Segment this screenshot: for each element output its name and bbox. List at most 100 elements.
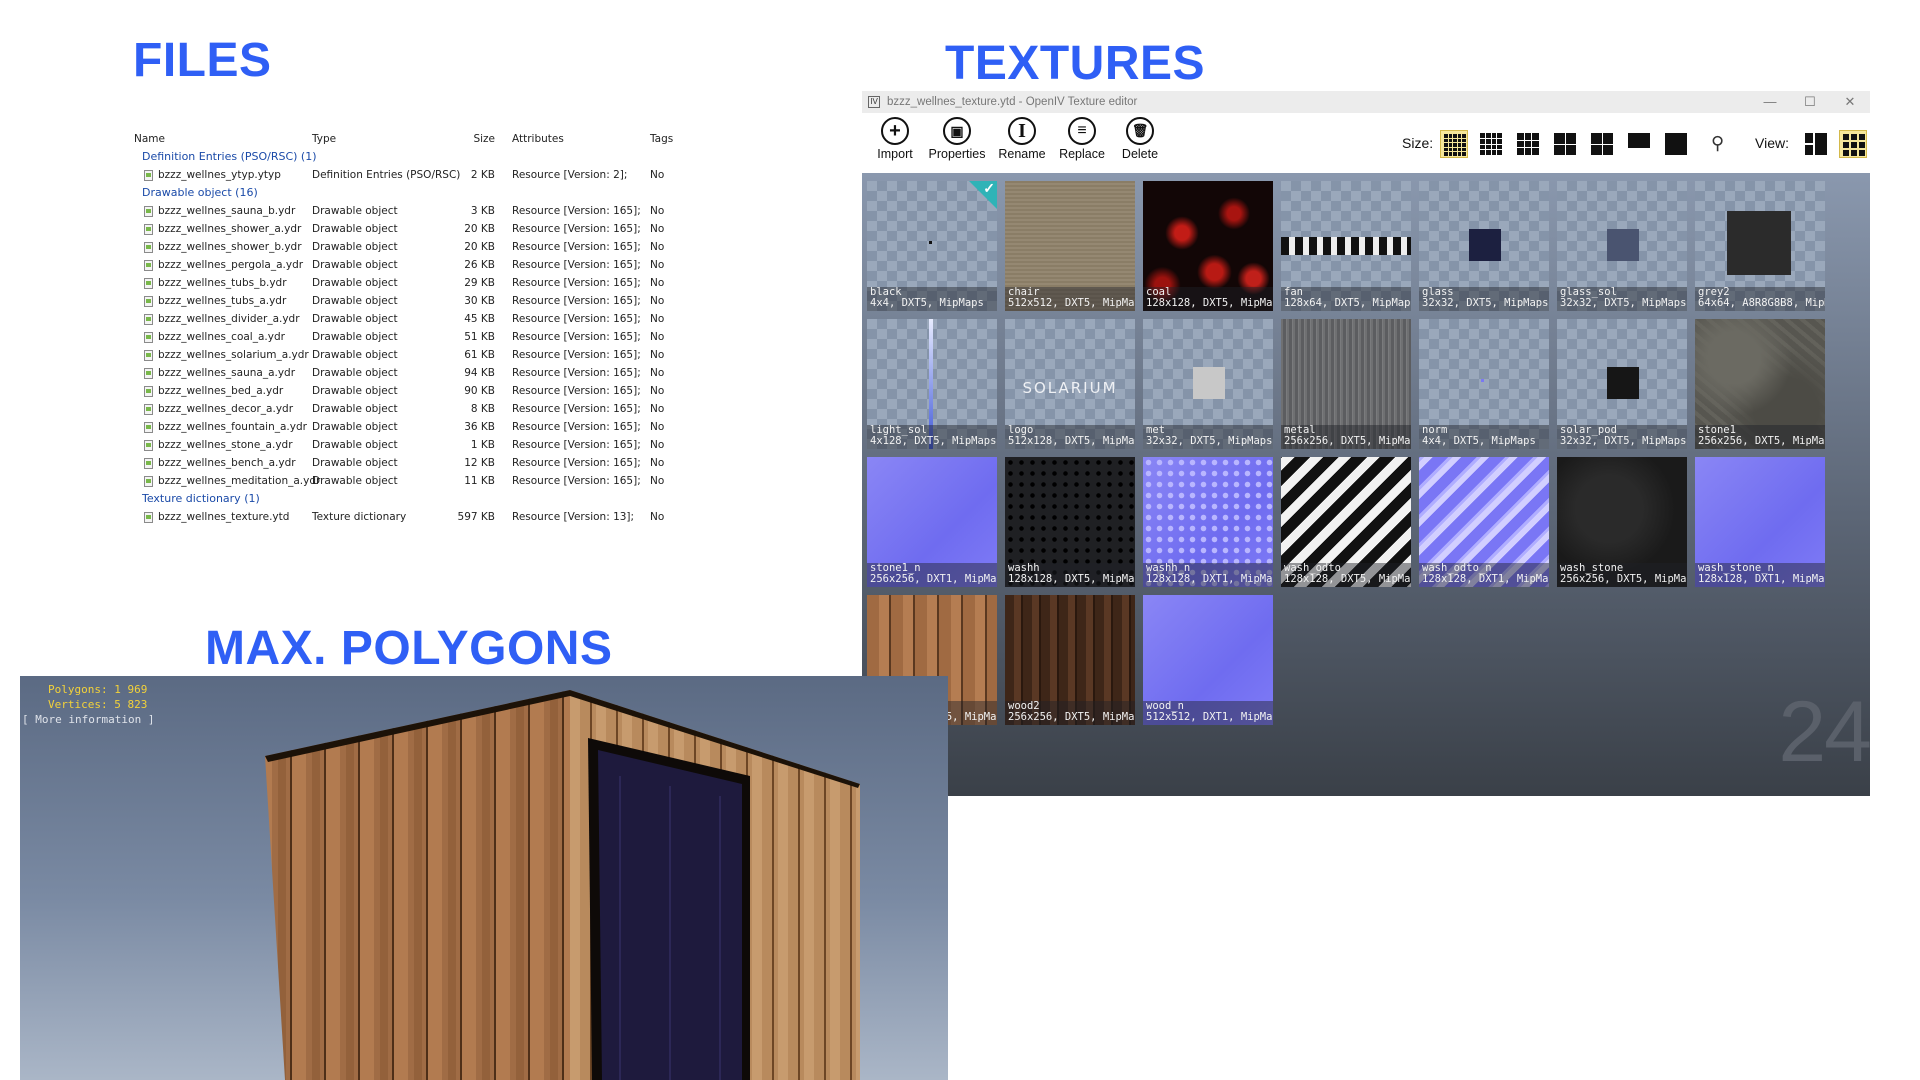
file-row[interactable]: bzzz_wellnes_solarium_a.ydr Drawable obje… — [130, 346, 690, 364]
file-tags: No — [650, 457, 665, 469]
file-row[interactable]: bzzz_wellnes_shower_b.ydr Drawable object… — [130, 238, 690, 256]
size-option-button[interactable] — [1662, 130, 1690, 158]
trash-icon: 🗑 — [1126, 117, 1154, 145]
delete-button[interactable]: 🗑 Delete — [1116, 117, 1164, 161]
texture-tile[interactable]: washh_n 128x128, DXT1, MipMaps — [1143, 457, 1273, 587]
title-bar: IV bzzz_wellnes_texture.ytd - OpenIV Tex… — [862, 91, 1870, 113]
file-icon — [144, 476, 153, 487]
file-type: Drawable object — [312, 385, 398, 397]
rename-icon: I — [1008, 117, 1036, 145]
model-viewport[interactable]: Polygons: 1 969 Vertices: 5 823 [ More i… — [20, 676, 948, 1080]
texture-tile[interactable]: washh 128x128, DXT5, MipMaps — [1005, 457, 1135, 587]
file-row[interactable]: bzzz_wellnes_tubs_a.ydr Drawable object 30… — [130, 292, 690, 310]
file-group-header[interactable]: Definition Entries (PSO/RSC) (1) — [130, 148, 690, 166]
texture-tile[interactable]: wash_stone_n 128x128, DXT1, MipMaps — [1695, 457, 1825, 587]
more-information-link[interactable]: [ More information ] — [22, 713, 154, 726]
texture-tile[interactable]: norm 4x4, DXT5, MipMaps — [1419, 319, 1549, 449]
texture-caption: met 32x32, DXT5, MipMaps — [1143, 425, 1273, 449]
grid-size-icon — [1628, 133, 1650, 155]
texture-info: 256x256, DXT1, MipMaps — [870, 573, 997, 585]
max-polygons-heading: MAX. POLYGONS — [205, 622, 613, 675]
column-attributes[interactable]: Attributes — [512, 130, 564, 148]
texture-info: 128x128, DXT1, MipMaps — [1422, 573, 1549, 585]
size-option-button[interactable] — [1588, 130, 1616, 158]
file-row[interactable]: bzzz_wellnes_sauna_a.ydr Drawable object 9… — [130, 364, 690, 382]
texture-tile[interactable]: coal 128x128, DXT5, MipMaps — [1143, 181, 1273, 311]
texture-tile[interactable]: wood2 256x256, DXT5, MipMaps — [1005, 595, 1135, 725]
column-size[interactable]: Size — [455, 130, 495, 148]
file-row[interactable]: bzzz_wellnes_bench_a.ydr Drawable object 1… — [130, 454, 690, 472]
size-option-button[interactable] — [1625, 130, 1653, 158]
column-type[interactable]: Type — [312, 130, 336, 148]
file-row[interactable]: bzzz_wellnes_tubs_b.ydr Drawable object 29… — [130, 274, 690, 292]
file-row[interactable]: bzzz_wellnes_texture.ytd Texture dictiona… — [130, 508, 690, 526]
texture-info: 128x128, DXT1, MipMaps — [1698, 573, 1825, 585]
file-name: bzzz_wellnes_fountain_a.ydr — [144, 418, 307, 436]
view-list-button[interactable] — [1802, 130, 1830, 158]
texture-info: 512x512, DXT5, MipMaps — [1008, 297, 1135, 309]
texture-tile[interactable]: grey264x64, A8R8G8B8, MipMaps — [1695, 181, 1825, 311]
size-option-button[interactable] — [1477, 130, 1505, 158]
texture-caption: solar_pod 32x32, DXT5, MipMaps — [1557, 425, 1687, 449]
properties-button[interactable]: ▣ Properties — [924, 117, 990, 161]
column-tags[interactable]: Tags — [650, 130, 673, 148]
texture-tile[interactable]: wash_stone 256x256, DXT5, MipMaps — [1557, 457, 1687, 587]
file-row[interactable]: bzzz_wellnes_pergola_a.ydr Drawable objec… — [130, 256, 690, 274]
file-tags: No — [650, 439, 665, 451]
close-button[interactable]: ✕ — [1830, 91, 1870, 113]
texture-tile[interactable]: glass 32x32, DXT5, MipMaps — [1419, 181, 1549, 311]
texture-tile[interactable]: wood_n 512x512, DXT1, MipMaps — [1143, 595, 1273, 725]
file-name-text: bzzz_wellnes_bed_a.ydr — [158, 385, 284, 397]
file-row[interactable]: bzzz_wellnes_sauna_b.ydr Drawable object 3… — [130, 202, 690, 220]
replace-button[interactable]: ≡ Replace — [1054, 117, 1110, 161]
view-grid-button[interactable] — [1839, 130, 1867, 158]
size-option-button[interactable] — [1514, 130, 1542, 158]
texture-tile[interactable]: metal 256x256, DXT5, MipMaps — [1281, 319, 1411, 449]
file-row[interactable]: bzzz_wellnes_bed_a.ydr Drawable object 90 … — [130, 382, 690, 400]
texture-caption: washh_n 128x128, DXT1, MipMaps — [1143, 563, 1273, 587]
file-name-text: bzzz_wellnes_tubs_b.ydr — [158, 277, 287, 289]
file-group-header[interactable]: Drawable object (16) — [130, 184, 690, 202]
texture-tile[interactable]: wash_odto_n 128x128, DXT1, MipMaps — [1419, 457, 1549, 587]
file-attributes: Resource [Version: 13]; — [512, 511, 635, 523]
texture-tile[interactable]: stone1 256x256, DXT5, MipMaps — [1695, 319, 1825, 449]
texture-tile[interactable]: solar_pod 32x32, DXT5, MipMaps — [1557, 319, 1687, 449]
rename-button[interactable]: I Rename — [996, 117, 1048, 161]
file-row[interactable]: bzzz_wellnes_shower_a.ydr Drawable object… — [130, 220, 690, 238]
texture-tile[interactable]: SOLARIUM logo 512x128, DXT5, MipMaps — [1005, 319, 1135, 449]
texture-caption: coal 128x128, DXT5, MipMaps — [1143, 287, 1273, 311]
file-attributes: Resource [Version: 165]; — [512, 205, 641, 217]
view-label: View: — [1755, 135, 1789, 151]
file-name: bzzz_wellnes_bench_a.ydr — [144, 454, 296, 472]
texture-tile[interactable]: stone1_n 256x256, DXT1, MipMaps — [867, 457, 997, 587]
file-row[interactable]: bzzz_wellnes_divider_a.ydr Drawable objec… — [130, 310, 690, 328]
file-size: 90 KB — [464, 385, 495, 397]
minimize-button[interactable]: — — [1750, 91, 1790, 113]
file-tags: No — [650, 223, 665, 235]
file-row[interactable]: bzzz_wellnes_ytyp.ytyp Definition Entries… — [130, 166, 690, 184]
texture-tile[interactable]: wash_odto 128x128, DXT5, MipMaps — [1281, 457, 1411, 587]
file-attributes: Resource [Version: 165]; — [512, 259, 641, 271]
file-type: Drawable object — [312, 241, 398, 253]
texture-tile[interactable]: ✓ black 4x4, DXT5, MipMaps — [867, 181, 997, 311]
import-label: Import — [877, 147, 913, 161]
file-row[interactable]: bzzz_wellnes_stone_a.ydr Drawable object 1… — [130, 436, 690, 454]
column-name[interactable]: Name — [134, 130, 165, 148]
file-row[interactable]: bzzz_wellnes_meditation_a.ydr Drawable ob… — [130, 472, 690, 490]
file-row[interactable]: bzzz_wellnes_decor_a.ydr Drawable object 8… — [130, 400, 690, 418]
texture-tile[interactable]: chair 512x512, DXT5, MipMaps — [1005, 181, 1135, 311]
texture-info: 128x128, DXT5, MipMaps — [1284, 573, 1411, 585]
file-row[interactable]: bzzz_wellnes_fountain_a.ydr Drawable obje… — [130, 418, 690, 436]
search-icon[interactable]: ⚲ — [1711, 133, 1724, 154]
maximize-button[interactable]: ☐ — [1790, 91, 1830, 113]
texture-tile[interactable]: glass_sol 32x32, DXT5, MipMaps — [1557, 181, 1687, 311]
file-group-header[interactable]: Texture dictionary (1) — [130, 490, 690, 508]
texture-tile[interactable]: light_sol 4x128, DXT5, MipMaps — [867, 319, 997, 449]
size-option-button[interactable] — [1440, 130, 1468, 158]
size-option-button[interactable] — [1551, 130, 1579, 158]
file-size: 12 KB — [464, 457, 495, 469]
import-button[interactable]: + Import — [872, 117, 918, 161]
texture-tile[interactable]: fan 128x64, DXT5, MipMaps — [1281, 181, 1411, 311]
file-row[interactable]: bzzz_wellnes_coal_a.ydr Drawable object 51… — [130, 328, 690, 346]
texture-tile[interactable]: met 32x32, DXT5, MipMaps — [1143, 319, 1273, 449]
